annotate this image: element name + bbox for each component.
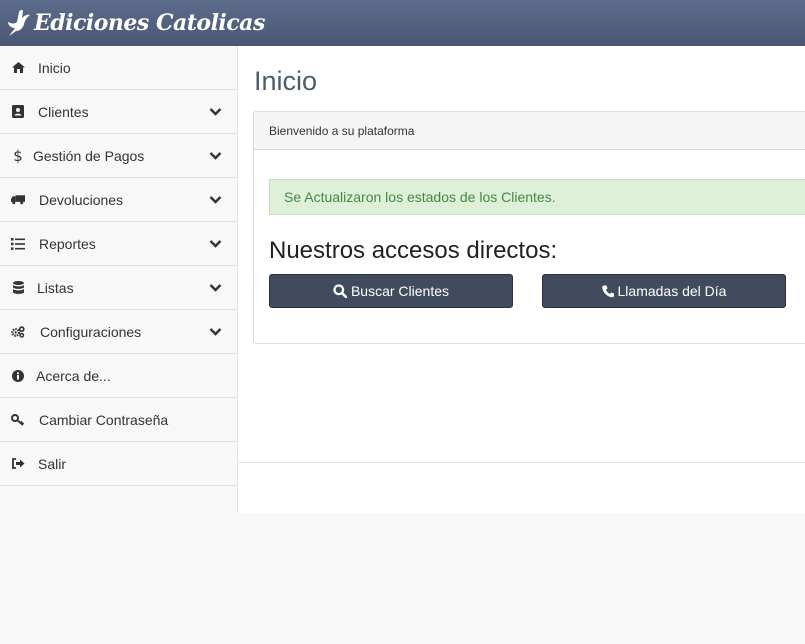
sidebar-item-inicio[interactable]: Inicio — [0, 46, 237, 90]
sign-out-icon — [11, 457, 25, 471]
sidebar-item-label: Reportes — [39, 235, 96, 252]
list-icon — [11, 237, 25, 251]
sidebar-item-label: Acerca de... — [36, 367, 111, 384]
page-title: Inicio — [254, 66, 318, 96]
button-label: Llamadas del Día — [617, 283, 727, 299]
database-icon — [11, 281, 25, 295]
main-content: Inicio Bienvenido a su plataforma Se Act… — [238, 46, 805, 513]
brand-name: Ediciones Catolicas — [34, 10, 265, 36]
info-circle-icon — [11, 369, 25, 383]
button-label: Buscar Clientes — [350, 283, 450, 299]
success-alert: Se Actualizaron los estados de los Clien… — [269, 179, 805, 215]
llamadas-del-dia-button[interactable]: Llamadas del Día — [542, 274, 786, 308]
chevron-down-icon[interactable] — [209, 151, 222, 160]
sidebar-item-devoluciones[interactable]: Devoluciones — [0, 178, 237, 222]
sidebar-item-reportes[interactable]: Reportes — [0, 222, 237, 266]
sidebar-item-label: Cambiar Contraseña — [39, 411, 169, 428]
home-icon — [11, 61, 25, 75]
sidebar-item-label: Gestión de Pagos — [33, 147, 145, 164]
brand-logo[interactable]: Ediciones Catolicas — [6, 6, 265, 40]
sidebar-item-listas[interactable]: Listas — [0, 266, 237, 310]
chevron-down-icon[interactable] — [209, 107, 222, 116]
key-icon — [11, 413, 25, 427]
truck-icon — [11, 193, 25, 207]
sidebar-item-label: Salir — [38, 455, 67, 472]
chevron-down-icon[interactable] — [209, 239, 222, 248]
sidebar-item-label: Clientes — [38, 103, 89, 120]
buscar-clientes-button[interactable]: Buscar Clientes — [269, 274, 513, 308]
chevron-down-icon[interactable] — [209, 283, 222, 292]
sidebar-item-cambiar-contrasena[interactable]: Cambiar Contraseña — [0, 398, 237, 442]
dove-icon — [8, 9, 30, 36]
search-icon — [333, 284, 347, 298]
panel-heading: Bienvenido a su plataforma — [254, 112, 805, 150]
sidebar-item-label: Devoluciones — [39, 191, 124, 208]
welcome-panel: Bienvenido a su plataforma Se Actualizar… — [253, 111, 805, 344]
divider — [238, 462, 805, 463]
sidebar-item-clientes[interactable]: Clientes — [0, 90, 237, 134]
sidebar-item-acerca[interactable]: Acerca de... — [0, 354, 237, 398]
phone-icon — [601, 285, 614, 297]
sidebar-item-gestion-pagos[interactable]: $ Gestión de Pagos — [0, 134, 237, 178]
sidebar-item-configuraciones[interactable]: Configuraciones — [0, 310, 237, 354]
dollar-icon: $ — [13, 146, 23, 165]
gears-icon — [11, 325, 25, 339]
sidebar-item-label: Listas — [37, 279, 74, 296]
chevron-down-icon[interactable] — [209, 327, 222, 336]
sidebar-item-label: Configuraciones — [40, 323, 142, 340]
top-navbar: Ediciones Catolicas — [0, 0, 805, 46]
sidebar-item-label: Inicio — [38, 59, 71, 76]
shortcuts-title: Nuestros accesos directos: — [269, 237, 558, 264]
chevron-down-icon[interactable] — [209, 195, 222, 204]
sidebar: Inicio Clientes $ Gestión de Pagos Devol… — [0, 46, 238, 513]
address-book-icon — [11, 105, 25, 119]
sidebar-item-salir[interactable]: Salir — [0, 442, 237, 486]
